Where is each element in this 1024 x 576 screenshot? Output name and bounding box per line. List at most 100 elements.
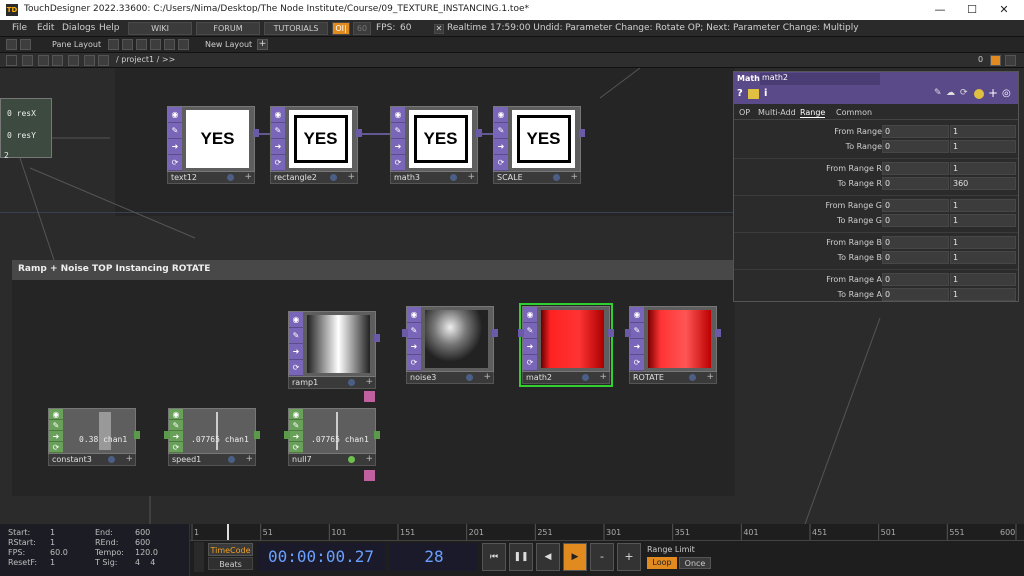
add-icon[interactable] (68, 55, 79, 66)
new-layout-plus-icon[interactable]: + (257, 39, 268, 50)
pause-icon[interactable]: ❚❚ (509, 543, 533, 571)
minimize-button[interactable]: — (926, 2, 954, 18)
menu-edit[interactable]: Edit (37, 23, 54, 33)
end-value[interactable]: 600 (135, 528, 150, 537)
layout-preset-2[interactable] (122, 39, 133, 50)
from-range-max[interactable]: 1 (950, 125, 1016, 138)
close-button[interactable]: ✕ (990, 2, 1018, 18)
to-range-min[interactable]: 0 (882, 140, 949, 153)
step-back-icon[interactable]: ◀ (536, 543, 560, 571)
loop-button[interactable]: Loop (647, 557, 677, 569)
layout-preset-1[interactable] (108, 39, 119, 50)
node-ramp1[interactable]: ◉ ✎ ➜ ⟳ ramp1 + (288, 311, 380, 402)
fps-setting[interactable]: 60.0 (50, 548, 68, 557)
comment-icon[interactable]: ☁ (946, 88, 955, 98)
rewind-icon[interactable]: ⏮ (482, 543, 506, 571)
from-range-r-min[interactable]: 0 (882, 162, 949, 175)
node-noise3[interactable]: ◉ ✎ ➜ ⟳ noise3 + (402, 306, 498, 384)
plus-frame-icon[interactable]: + (617, 543, 641, 571)
from-range-a-max[interactable]: 1 (950, 273, 1016, 286)
realtime-checkbox[interactable]: ✕ (434, 24, 444, 34)
to-range-a-min[interactable]: 0 (882, 288, 949, 301)
help-icon[interactable]: ? (737, 88, 743, 99)
stop-icon[interactable] (22, 55, 33, 66)
from-range-b-max[interactable]: 1 (950, 236, 1016, 249)
beats-button[interactable]: Beats (208, 557, 253, 570)
network-path[interactable]: / project1 / >> (116, 55, 175, 64)
forward-icon[interactable] (52, 55, 63, 66)
rend-value[interactable]: 600 (135, 538, 150, 547)
chevron-down-icon[interactable] (6, 55, 17, 66)
null7-viewer-flag-icon[interactable] (364, 470, 375, 481)
info-icon[interactable]: i (764, 88, 767, 99)
tempo-value[interactable]: 120.0 (135, 548, 158, 557)
play-icon[interactable]: ▶ (563, 543, 587, 571)
once-button[interactable]: Once (679, 557, 711, 569)
tab-op[interactable]: OP (739, 108, 750, 117)
to-range-b-min[interactable]: 0 (882, 251, 949, 264)
node-rotate[interactable]: ◉ ✎ ➜ ⟳ ROTATE + (625, 306, 721, 384)
node-math2[interactable]: ◉ ✎ ➜ ⟳ math2 + (518, 303, 614, 387)
node-constant3[interactable]: ◉ ✎ ➜ ⟳ 0.38 chan1 constant3 + (48, 408, 140, 466)
oi-toggle[interactable]: OI| (332, 22, 350, 35)
wiki-button[interactable]: WIKI (128, 22, 192, 35)
color-icon[interactable] (974, 89, 984, 99)
frame-display[interactable]: 28 (390, 543, 478, 571)
node-speed1[interactable]: ◉ ✎ ➜ ⟳ .07765 chan1 speed1 + (164, 408, 260, 466)
timecode-button[interactable]: TimeCode (208, 543, 253, 556)
from-range-b-min[interactable]: 0 (882, 236, 949, 249)
tsig-value[interactable]: 4 4 (135, 558, 155, 567)
tutorials-button[interactable]: TUTORIALS (264, 22, 328, 35)
node-scale[interactable]: ◉ ✎ ➜ ⟳ YES SCALE + (493, 106, 585, 184)
resetf-value[interactable]: 1 (50, 558, 55, 567)
from-range-min[interactable]: 0 (882, 125, 949, 138)
layout-preset-5[interactable] (164, 39, 175, 50)
to-range-r-max[interactable]: 360 (950, 177, 1016, 190)
python-icon[interactable] (748, 89, 759, 99)
refresh-icon[interactable]: ⟳ (960, 88, 968, 98)
home-icon[interactable] (98, 55, 109, 66)
target-icon[interactable]: ◎ (1002, 88, 1011, 99)
minus-icon[interactable]: - (590, 543, 614, 571)
layout-icon[interactable] (6, 39, 17, 50)
timecode-display[interactable]: 00:00:00.27 (257, 543, 385, 571)
menu-dialogs[interactable]: Dialogs (62, 23, 95, 33)
edit-icon[interactable]: ✎ (934, 88, 942, 98)
node-rectangle2[interactable]: ◉ ✎ ➜ ⟳ YES rectangle2 + (270, 106, 362, 184)
star-icon[interactable] (84, 55, 95, 66)
menu-file[interactable]: File (12, 23, 27, 33)
from-range-r-max[interactable]: 1 (950, 162, 1016, 175)
back-icon[interactable] (38, 55, 49, 66)
node-null7[interactable]: ◉ ✎ ➜ ⟳ .07765 chan1 null7 + (284, 408, 380, 481)
fps-box[interactable]: 60 (353, 22, 371, 35)
tab-multi-add[interactable]: Multi-Add (758, 108, 796, 117)
layout-preset-6[interactable] (178, 39, 189, 50)
to-range-max[interactable]: 1 (950, 140, 1016, 153)
from-range-a-min[interactable]: 0 (882, 273, 949, 286)
start-value[interactable]: 1 (50, 528, 55, 537)
param-op-name[interactable]: math2 (760, 73, 880, 85)
menu-help[interactable]: Help (99, 23, 120, 33)
from-range-g-min[interactable]: 0 (882, 199, 949, 212)
pane-options-icon[interactable] (1005, 55, 1016, 66)
viewer-toggle-icon[interactable] (990, 55, 1001, 66)
layout-preset-4[interactable] (150, 39, 161, 50)
tab-range[interactable]: Range (800, 108, 826, 118)
tab-common[interactable]: Common (836, 108, 872, 117)
node-text12[interactable]: ◉ ✎ ➜ ⟳ YES text12 + (167, 106, 259, 184)
ramp1-viewer-flag-icon[interactable] (364, 391, 375, 402)
to-range-r-min[interactable]: 0 (882, 177, 949, 190)
from-range-g-max[interactable]: 1 (950, 199, 1016, 212)
plus-icon[interactable]: + (988, 86, 998, 100)
layout-preset-3[interactable] (136, 39, 147, 50)
node-math3[interactable]: ◉ ✎ ➜ ⟳ YES math3 + (390, 106, 482, 184)
maximize-button[interactable]: ☐ (958, 2, 986, 18)
to-range-b-max[interactable]: 1 (950, 251, 1016, 264)
to-range-a-max[interactable]: 1 (950, 288, 1016, 301)
to-range-g-max[interactable]: 1 (950, 214, 1016, 227)
forum-button[interactable]: FORUM (196, 22, 260, 35)
rstart-value[interactable]: 1 (50, 538, 55, 547)
pane-split-icon[interactable] (20, 39, 31, 50)
to-range-g-min[interactable]: 0 (882, 214, 949, 227)
timeline-ruler[interactable]: 1 51 101 151 201 251 301 351 401 451 501 551 600 (190, 524, 1024, 540)
